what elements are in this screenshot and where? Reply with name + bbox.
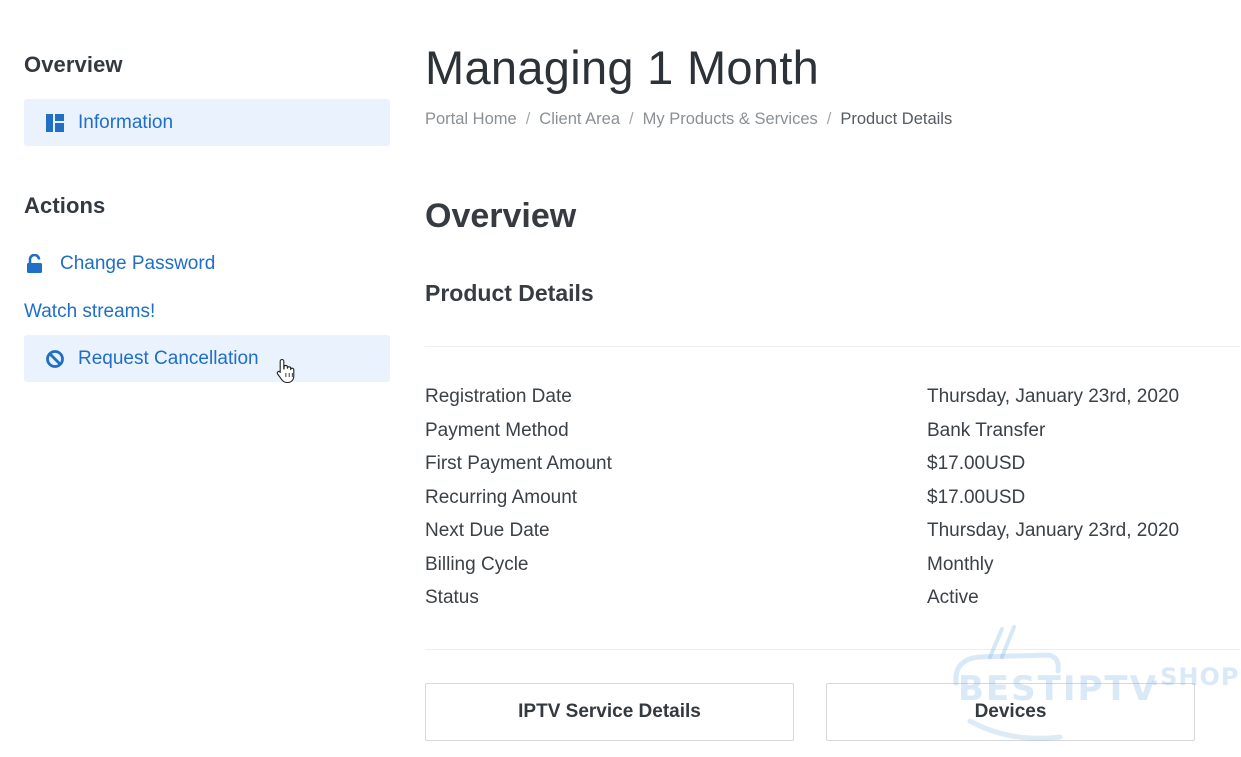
request-cancellation-label: Request Cancellation <box>78 347 259 369</box>
main-content: Managing 1 Month Portal Home / Client Ar… <box>425 0 1240 757</box>
breadcrumb-separator: / <box>629 110 634 128</box>
unlock-icon <box>24 253 46 275</box>
breadcrumb-client-area[interactable]: Client Area <box>539 110 620 129</box>
detail-label: First Payment Amount <box>425 453 612 474</box>
detail-label: Payment Method <box>425 419 569 441</box>
detail-label: Registration Date <box>425 386 572 407</box>
detail-row-billing-cycle: Billing Cycle Monthly <box>425 552 1240 586</box>
detail-label: Next Due Date <box>425 520 550 541</box>
iptv-service-details-button[interactable]: IPTV Service Details <box>425 683 794 741</box>
detail-label: Recurring Amount <box>425 486 578 508</box>
detail-row-status: Status Active <box>425 585 1240 619</box>
sidebar-item-information[interactable]: Information <box>24 99 390 146</box>
breadcrumb: Portal Home / Client Area / My Products … <box>425 110 952 129</box>
breadcrumb-product-details: Product Details <box>840 110 953 128</box>
overview-title: Overview <box>425 197 577 235</box>
sidebar-item-label: Information <box>78 111 174 133</box>
detail-value: $17.00USD <box>927 453 1026 474</box>
detail-value: Bank Transfer <box>927 419 1046 441</box>
change-password-link[interactable]: Change Password <box>24 240 390 287</box>
detail-row-first-payment: First Payment Amount $17.00USD <box>425 451 1240 485</box>
watch-streams-label: Watch streams! <box>24 300 156 322</box>
detail-label: Billing Cycle <box>425 553 529 575</box>
overview-heading: Overview <box>24 52 123 77</box>
detail-row-payment-method: Payment Method Bank Transfer <box>425 418 1240 452</box>
details-list: Registration Date Thursday, January 23rd… <box>425 384 1240 619</box>
detail-label: Status <box>425 587 479 608</box>
divider <box>425 346 1240 347</box>
breadcrumb-separator: / <box>826 110 832 128</box>
detail-value: Thursday, January 23rd, 2020 <box>927 520 1180 541</box>
breadcrumb-portal-home[interactable]: Portal Home <box>425 110 517 129</box>
detail-row-next-due-date: Next Due Date Thursday, January 23rd, 20… <box>425 518 1240 552</box>
devices-button[interactable]: Devices <box>826 683 1195 741</box>
detail-value: $17.00USD <box>927 486 1026 508</box>
detail-value: Monthly <box>927 553 994 575</box>
ban-icon <box>44 348 66 370</box>
detail-value: Active <box>927 587 979 608</box>
detail-value: Thursday, January 23rd, 2020 <box>927 386 1180 407</box>
divider <box>425 649 1240 650</box>
product-details-title: Product Details <box>425 280 594 306</box>
watch-streams-link[interactable]: Watch streams! <box>24 288 390 335</box>
change-password-label: Change Password <box>60 252 216 274</box>
request-cancellation-button[interactable]: Request Cancellation <box>24 335 390 382</box>
dashboard-icon <box>44 112 66 134</box>
breadcrumb-my-products[interactable]: My Products & Services <box>643 110 818 129</box>
page-title: Managing 1 Month <box>425 41 820 94</box>
breadcrumb-separator: / <box>525 110 531 128</box>
actions-heading: Actions <box>24 193 106 218</box>
detail-row-registration-date: Registration Date Thursday, January 23rd… <box>425 384 1240 418</box>
detail-row-recurring-amount: Recurring Amount $17.00USD <box>425 485 1240 519</box>
